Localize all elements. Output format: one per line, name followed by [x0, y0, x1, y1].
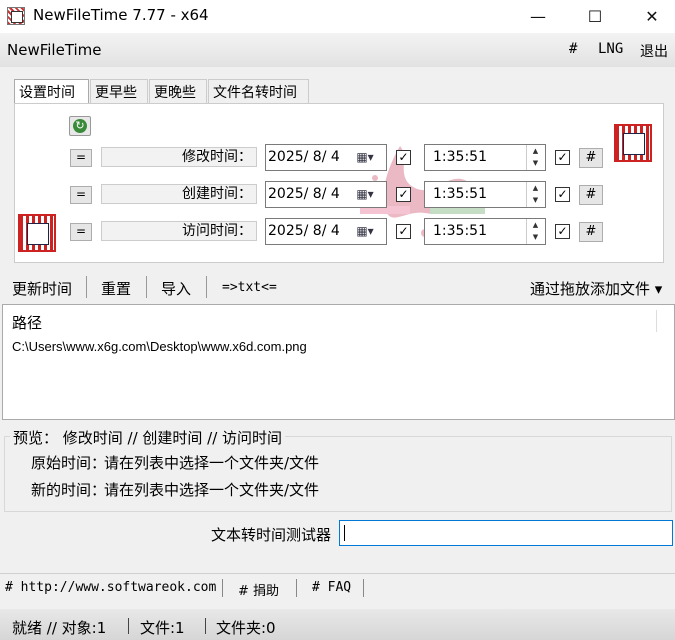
- created-time-checkbox[interactable]: ✓: [555, 187, 570, 202]
- modified-hash-button[interactable]: #: [579, 148, 603, 168]
- column-divider: [656, 310, 657, 332]
- calendar-dropdown-icon[interactable]: ▦▾: [353, 219, 377, 244]
- modified-time-label: 修改时间：: [101, 147, 257, 167]
- minimize-icon[interactable]: —: [515, 0, 561, 33]
- menu-hash[interactable]: #: [569, 41, 577, 57]
- drag-add-files-dropdown[interactable]: 通过拖放添加文件 ▾: [530, 278, 662, 299]
- created-date-checkbox[interactable]: ✓: [396, 187, 411, 202]
- modified-time-checkbox[interactable]: ✓: [555, 150, 570, 165]
- toolbar-divider: [206, 276, 207, 298]
- calendar-touch-icon-left[interactable]: [18, 214, 56, 252]
- created-hash-button[interactable]: #: [579, 185, 603, 205]
- tab-set-time[interactable]: 设置时间: [14, 79, 89, 104]
- app-icon: [7, 7, 25, 25]
- toolbar-divider: [146, 276, 147, 298]
- text-caret: [344, 525, 345, 541]
- link-divider: [222, 579, 223, 597]
- created-time-spinner[interactable]: ▲ ▼: [526, 182, 544, 207]
- link-bar: # http://www.softwareok.com # 捐助 # FAQ: [0, 573, 675, 602]
- original-time-label: 原始时间：: [31, 454, 107, 472]
- accessed-time-checkbox[interactable]: ✓: [555, 224, 570, 239]
- accessed-time-spinner[interactable]: ▲ ▼: [526, 219, 544, 244]
- status-folders: 文件夹:0: [216, 619, 276, 637]
- modified-time-spinner[interactable]: ▲ ▼: [526, 145, 544, 170]
- close-icon[interactable]: ✕: [629, 0, 675, 33]
- list-item[interactable]: C:\Users\www.x6g.com\Desktop\www.x6d.com…: [12, 339, 307, 354]
- original-time-value: 请在列表中选择一个文件夹/文件: [104, 454, 320, 472]
- tab-filename-to-time[interactable]: 文件名转时间: [208, 79, 309, 103]
- new-time-value: 请在列表中选择一个文件夹/文件: [104, 481, 320, 499]
- status-bar: 就绪 // 对象:1 文件:1 文件夹:0: [0, 609, 675, 640]
- modified-date-value: 2025/ 8/ 4: [268, 149, 340, 165]
- accessed-time-label: 访问时间：: [101, 221, 257, 241]
- file-list[interactable]: [2, 304, 675, 420]
- accessed-time-value: 1:35:51: [433, 223, 487, 239]
- reset-button[interactable]: 重置: [101, 278, 131, 299]
- modified-equal-button[interactable]: =: [70, 149, 92, 167]
- link-divider: [296, 579, 297, 597]
- update-time-button[interactable]: 更新时间: [12, 278, 72, 299]
- donate-link[interactable]: # 捐助: [238, 580, 279, 599]
- link-divider: [363, 579, 364, 597]
- accessed-hash-button[interactable]: #: [579, 222, 603, 242]
- modified-date-checkbox[interactable]: ✓: [396, 150, 411, 165]
- accessed-date-checkbox[interactable]: ✓: [396, 224, 411, 239]
- tab-earlier[interactable]: 更早些: [90, 79, 148, 103]
- window-title: NewFileTime 7.77 - x64: [33, 6, 209, 24]
- path-column-header[interactable]: 路径: [12, 312, 42, 333]
- menu-language[interactable]: LNG: [598, 41, 623, 57]
- calendar-dropdown-icon[interactable]: ▦▾: [353, 145, 377, 170]
- created-time-label: 创建时间：: [101, 184, 257, 204]
- accessed-date-value: 2025/ 8/ 4: [268, 223, 340, 239]
- calendar-dropdown-icon[interactable]: ▦▾: [353, 182, 377, 207]
- status-files: 文件:1: [140, 619, 185, 637]
- status-divider: [128, 618, 129, 634]
- faq-link[interactable]: # FAQ: [312, 580, 351, 595]
- created-time-value: 1:35:51: [433, 186, 487, 202]
- accessed-equal-button[interactable]: =: [70, 223, 92, 241]
- text-to-time-input[interactable]: [339, 520, 673, 546]
- status-divider: [205, 618, 206, 634]
- menu-exit[interactable]: 退出: [640, 41, 668, 61]
- toolbar-divider: [86, 276, 87, 298]
- import-button[interactable]: 导入: [161, 278, 191, 299]
- export-txt-button[interactable]: =>txt<=: [222, 280, 277, 295]
- status-ready: 就绪 // 对象:1: [12, 619, 107, 637]
- text-to-time-tester-label: 文本转时间测试器: [211, 526, 332, 544]
- created-date-value: 2025/ 8/ 4: [268, 186, 340, 202]
- calendar-touch-icon-right[interactable]: [614, 124, 652, 162]
- new-time-label: 新的时间：: [31, 481, 107, 499]
- modified-time-value: 1:35:51: [433, 149, 487, 165]
- maximize-icon[interactable]: ☐: [572, 0, 618, 33]
- action-toolbar: 更新时间 重置 导入 =>txt<= 通过拖放添加文件 ▾: [0, 272, 675, 302]
- app-name-label: NewFileTime: [7, 41, 102, 59]
- website-link[interactable]: # http://www.softwareok.com: [5, 580, 216, 595]
- tab-later[interactable]: 更晚些: [149, 79, 207, 103]
- refresh-icon[interactable]: ↻: [69, 116, 91, 136]
- preview-legend: 预览： 修改时间 // 创建时间 // 访问时间: [10, 427, 286, 448]
- created-equal-button[interactable]: =: [70, 186, 92, 204]
